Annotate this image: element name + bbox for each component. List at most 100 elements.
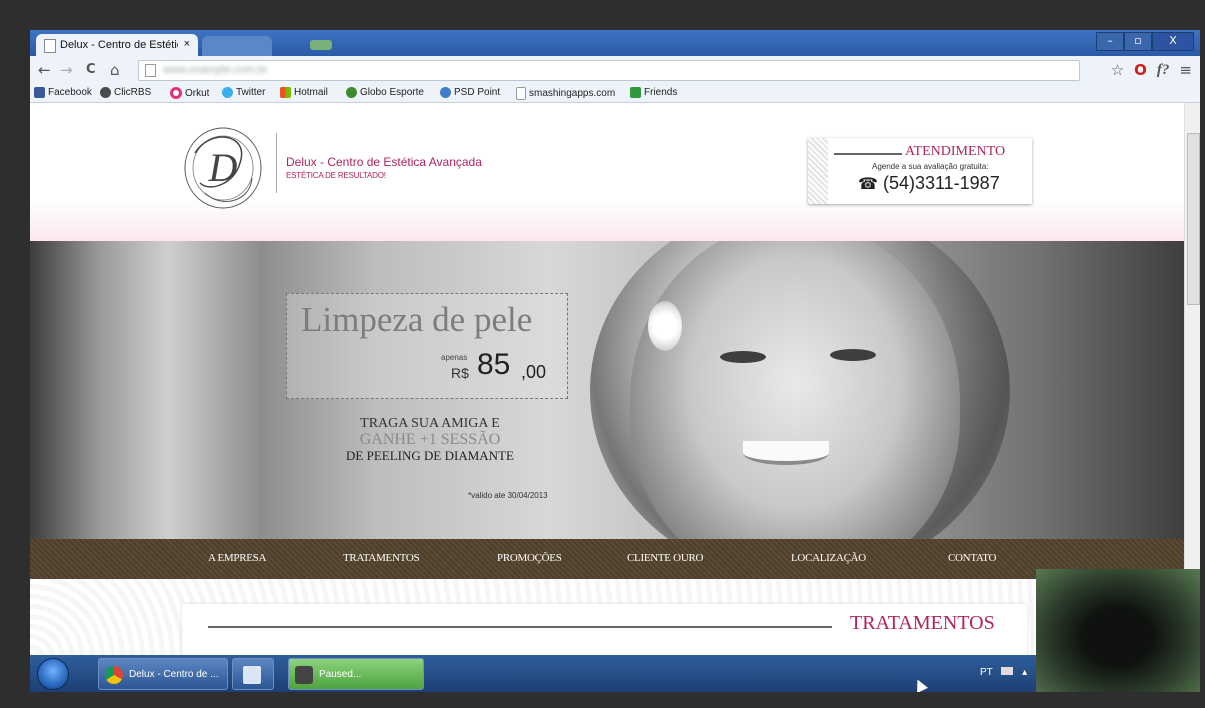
section-title: TRATAMENTOS (850, 612, 995, 634)
promo-price: 85 (477, 348, 511, 381)
bookmark-globo-esporte[interactable]: Globo Esporte (346, 87, 424, 98)
web-page: D Delux - Centro de Estética Avançada ES… (30, 103, 1184, 655)
delux-logo[interactable]: D (180, 123, 266, 213)
bookmark-twitter[interactable]: Twitter (222, 87, 265, 98)
clicrbs-icon (100, 87, 111, 98)
browser-tab-active[interactable]: Delux - Centro de Estétic × (36, 34, 198, 56)
offer-validity: *valido ate 30/04/2013 (468, 491, 548, 500)
mouse-cursor-icon (912, 677, 928, 692)
scrollbar-thumb[interactable] (1187, 133, 1200, 305)
nav-item-a-empresa[interactable]: A EMPRESA (208, 552, 266, 564)
forward-icon[interactable]: → (60, 61, 73, 79)
tray-expand-icon[interactable]: ▴ (1022, 667, 1027, 678)
phone-icon: ☎ (858, 176, 878, 193)
nav-item-tratamentos[interactable]: TRATAMENTOS (343, 552, 420, 564)
hero-woman-face (630, 241, 960, 539)
nav-item-contato[interactable]: CONTATO (948, 552, 996, 564)
bookmark-smashingapps[interactable]: smashingapps.com (516, 87, 615, 100)
promo-box[interactable]: Limpeza de pele apenas R$ 85 ,00 (286, 293, 568, 399)
bookmark-label: Hotmail (294, 87, 328, 98)
site-header: D Delux - Centro de Estética Avançada ES… (30, 103, 1184, 241)
bookmark-facebook[interactable]: Facebook (34, 87, 92, 98)
heading-rule (834, 153, 902, 155)
hero-eye-right (830, 349, 876, 361)
hero-eye-left (720, 351, 766, 363)
bookmark-label: PSD Point (454, 87, 501, 98)
word-icon (243, 666, 261, 684)
opera-extension-icon[interactable]: O (1134, 61, 1147, 79)
brand-name: Delux - Centro de Estética Avançada (286, 155, 482, 169)
screen: Delux - Centro de Estétic × – ▫ X ← → C … (30, 30, 1200, 692)
page-icon (145, 64, 156, 77)
desktop-backdrop: Delux - Centro de Estétic × – ▫ X ← → C … (0, 0, 1205, 708)
tab-title: Delux - Centro de Estétic (60, 39, 178, 51)
close-button[interactable]: X (1152, 32, 1194, 51)
webcam-overlay (1036, 569, 1200, 692)
browser-titlebar: Delux - Centro de Estétic × – ▫ X (30, 30, 1200, 56)
bookmark-label: smashingapps.com (529, 88, 616, 99)
bookmark-label: Friends (644, 87, 678, 98)
language-indicator[interactable]: PT (980, 667, 993, 678)
bookmark-label: Globo Esporte (360, 87, 424, 98)
bookmark-friends[interactable]: Friends (630, 87, 677, 98)
star-icon[interactable]: ☆ (1111, 61, 1124, 79)
bookmark-clicrbs[interactable]: ClicRBS (100, 87, 151, 98)
flower-decoration (648, 301, 682, 351)
atendimento-heading: ATENDIMENTO (905, 144, 1006, 159)
browser-tab-blurred[interactable] (202, 36, 272, 56)
taskbar-word-button[interactable] (232, 658, 274, 690)
recorder-icon (295, 666, 313, 684)
keyboard-icon[interactable] (1001, 667, 1014, 675)
browser-toolbar: ← → C ⌂ www.example.com.br ☆ O f? ≡ (30, 56, 1200, 84)
bookmark-label: Facebook (48, 87, 92, 98)
bookmark-hotmail[interactable]: Hotmail (280, 87, 328, 98)
hero-smile (743, 441, 829, 465)
offer-line-1: TRAGA SUA AMIGA E (360, 416, 500, 431)
nav-item-promocoes[interactable]: PROMOÇÕES (497, 552, 562, 564)
address-bar[interactable]: www.example.com.br (138, 60, 1080, 81)
content-area: TRATAMENTOS (30, 579, 1184, 655)
taskbar-chrome-button[interactable]: Delux - Centro de ... (98, 658, 228, 690)
system-tray: PT ▴ (980, 667, 1027, 678)
bookmark-psd-point[interactable]: PSD Point (440, 87, 500, 98)
phone-number-row: ☎ (54)3311-1987 (858, 173, 1000, 194)
orkut-icon (170, 87, 182, 99)
logo-divider (276, 133, 277, 193)
nav-item-cliente-ouro[interactable]: CLIENTE OURO (627, 552, 703, 564)
stripe-decoration (808, 138, 828, 204)
chrome-icon (105, 666, 123, 684)
facebook-icon (34, 87, 45, 98)
section-rule (208, 626, 832, 628)
hero-banner: Limpeza de pele apenas R$ 85 ,00 TRAGA S… (30, 241, 1184, 539)
reload-icon[interactable]: C (86, 62, 96, 77)
bookmark-label: Twitter (236, 87, 266, 98)
start-button[interactable] (37, 658, 69, 690)
tab-close-icon[interactable]: × (184, 38, 190, 50)
window-controls: – ▫ X (1096, 32, 1194, 51)
menu-icon[interactable]: ≡ (1179, 61, 1192, 79)
twitter-icon (222, 87, 233, 98)
minimize-button[interactable]: – (1096, 32, 1124, 51)
nav-item-localizacao[interactable]: LOCALIZAÇÃO (791, 552, 866, 564)
bookmark-orkut[interactable]: Orkut (170, 87, 209, 99)
maximize-button[interactable]: ▫ (1124, 32, 1152, 51)
taskbar-paused-label: Paused... (319, 669, 362, 680)
atendimento-box: ATENDIMENTO Agende a sua avaliação gratu… (808, 138, 1032, 204)
home-icon[interactable]: ⌂ (110, 61, 120, 79)
blurred-region (310, 40, 332, 50)
windows-flag-icon (280, 87, 291, 98)
globo-esporte-icon (346, 87, 357, 98)
taskbar-paused-button[interactable]: Paused... (288, 658, 424, 690)
url-text: www.example.com.br (163, 64, 268, 76)
promo-cents: ,00 (521, 362, 547, 382)
promo-title: Limpeza de pele (301, 300, 533, 339)
tratamentos-section: TRATAMENTOS (182, 604, 1027, 655)
psd-point-icon (440, 87, 451, 98)
phone-number: (54)3311-1987 (882, 173, 1000, 193)
page-icon (44, 39, 56, 53)
site-nav: A EMPRESA TRATAMENTOS PROMOÇÕES CLIENTE … (30, 539, 1184, 579)
bookmarks-bar: Facebook ClicRBS Orkut Twitter Hotmail G… (30, 84, 1200, 103)
fx-extension-icon[interactable]: f? (1157, 62, 1170, 79)
page-icon (516, 87, 526, 100)
back-icon[interactable]: ← (38, 61, 51, 79)
